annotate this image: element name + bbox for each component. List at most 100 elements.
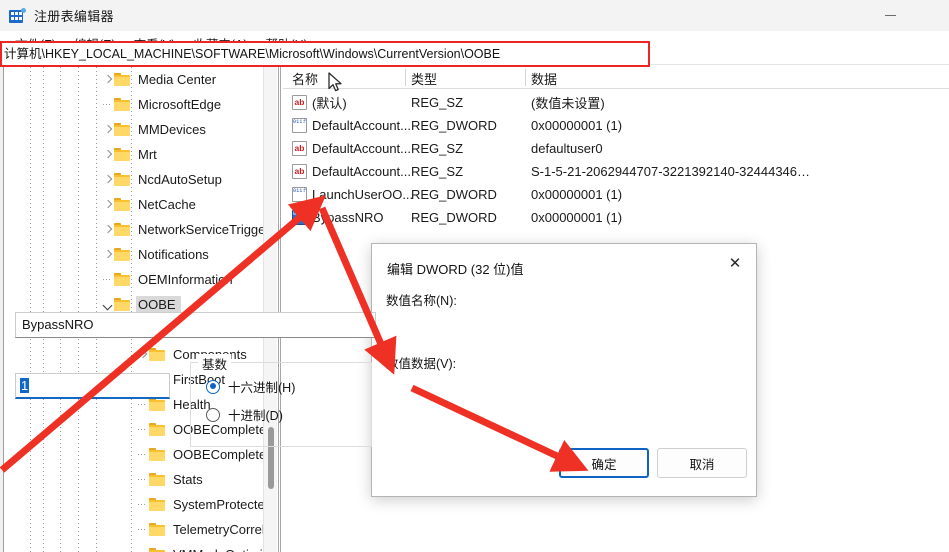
tree-item-label-box: NcdAutoSetup — [136, 171, 227, 189]
dialog-title: 编辑 DWORD (32 位)值 — [387, 262, 524, 277]
column-header-type[interactable]: 类型 — [411, 69, 437, 88]
tree-item-label: SystemProtected — [173, 496, 263, 512]
tree-item-label: VMModeOptimizat — [173, 547, 263, 552]
tree-connector — [136, 448, 149, 461]
tree-item-label: OOBE — [138, 296, 176, 312]
tree-item-label: NetCache — [138, 196, 196, 212]
chevron-right-icon[interactable] — [101, 198, 114, 211]
value-data-cell: 0x00000001 (1) — [531, 187, 623, 202]
cancel-button[interactable]: 取消 — [657, 448, 747, 478]
radix-legend: 基数 — [198, 354, 232, 373]
chevron-right-icon[interactable] — [136, 348, 149, 361]
chevron-right-icon[interactable] — [101, 173, 114, 186]
column-divider[interactable] — [525, 69, 526, 86]
radio-icon-hexadecimal[interactable] — [206, 379, 220, 394]
value-data-cell: 0x00000001 (1) — [531, 118, 623, 133]
tree-item-label-box: TelemetryCorrelatio — [171, 521, 263, 539]
list-item[interactable]: DefaultAccount...REG_DWORD0x00000001 (1) — [283, 114, 949, 137]
left-rail — [0, 67, 4, 552]
ok-button[interactable]: 确定 — [559, 448, 649, 478]
pane-splitter[interactable] — [278, 67, 281, 552]
address-bar[interactable]: 计算机\HKEY_LOCAL_MACHINE\SOFTWARE\Microsof… — [0, 41, 650, 67]
value-data-input[interactable]: 1 — [15, 373, 170, 399]
tree-item-label: Media Center — [138, 71, 217, 87]
value-name-input-text: BypassNRO — [22, 317, 94, 332]
tree-item-stats[interactable]: Stats — [5, 467, 263, 492]
radix-option-decimal-label: 十进制(D) — [228, 409, 283, 423]
chevron-right-icon[interactable] — [101, 248, 114, 261]
list-item[interactable]: BypassNROREG_DWORD0x00000001 (1) — [283, 206, 949, 229]
chevron-right-icon[interactable] — [101, 223, 114, 236]
tree-item-microsoftedge[interactable]: MicrosoftEdge — [5, 92, 263, 117]
tree-item-networkservicetrigge[interactable]: NetworkServiceTrigge — [5, 217, 263, 242]
list-item[interactable]: LaunchUserOO...REG_DWORD0x00000001 (1) — [283, 183, 949, 206]
dword-value-icon — [292, 210, 307, 225]
value-data-input-text: 1 — [20, 378, 30, 393]
column-header-name[interactable]: 名称 — [292, 69, 318, 88]
value-data-cell: (数值未设置) — [531, 96, 605, 111]
folder-icon — [149, 447, 166, 462]
radix-option-hexadecimal-label: 十六进制(H) — [228, 381, 296, 395]
tree-connector — [136, 398, 149, 411]
tree-item-notifications[interactable]: Notifications — [5, 242, 263, 267]
radio-icon-decimal[interactable] — [206, 407, 220, 422]
chevron-down-icon[interactable] — [101, 298, 114, 311]
tree-item-label: MMDevices — [138, 121, 206, 137]
tree-item-mrt[interactable]: Mrt — [5, 142, 263, 167]
value-name-input[interactable]: BypassNRO — [15, 312, 376, 338]
dword-value-icon — [292, 118, 307, 133]
folder-icon — [114, 97, 131, 112]
tree-item-mmdevices[interactable]: MMDevices — [5, 117, 263, 142]
value-type-cell: REG_SZ — [411, 141, 464, 156]
tree-item-oeminformation[interactable]: OEMInformation — [5, 267, 263, 292]
minimize-button[interactable] — [867, 0, 913, 31]
tree-item-label-box: NetCache — [136, 196, 201, 214]
radix-option-hexadecimal[interactable]: 十六进制(H) — [206, 377, 295, 396]
radix-option-decimal[interactable]: 十进制(D) — [206, 405, 283, 424]
folder-icon — [114, 197, 131, 212]
tree-connector — [136, 548, 149, 552]
tree-item-label: NetworkServiceTrigge — [138, 221, 263, 237]
value-data-cell: 0x00000001 (1) — [531, 210, 623, 225]
column-header-data[interactable]: 数据 — [531, 69, 557, 88]
list-item[interactable]: DefaultAccount...REG_SZS-1-5-21-20629447… — [283, 160, 949, 183]
tree-item-label: TelemetryCorrelatio — [173, 521, 263, 537]
folder-icon — [114, 122, 131, 137]
chevron-right-icon[interactable] — [101, 73, 114, 86]
tree-item-ncdautosetup[interactable]: NcdAutoSetup — [5, 167, 263, 192]
tree-item-vmmodeoptimizat[interactable]: VMModeOptimizat — [5, 542, 263, 552]
tree-connector — [136, 423, 149, 436]
tree-item-telemetrycorrelatio[interactable]: TelemetryCorrelatio — [5, 517, 263, 542]
folder-icon — [114, 272, 131, 287]
value-type-cell: REG_DWORD — [411, 210, 497, 225]
tree-item-label-box: MicrosoftEdge — [136, 96, 226, 114]
list-item[interactable]: DefaultAccount...REG_SZdefaultuser0 — [283, 137, 949, 160]
registry-editor-window: 注册表编辑器 文件(F) 编辑(E) 查看(V) 收藏夹(A) 帮助(H) 计算… — [0, 0, 949, 552]
value-data-label: 数值数据(V): — [386, 357, 457, 371]
registry-tree-pane[interactable]: Media Center MicrosoftEdge MMDevices Mrt Ncd… — [5, 67, 263, 552]
title-bar: 注册表编辑器 — [0, 0, 949, 31]
folder-icon — [114, 72, 131, 87]
tree-connector — [136, 523, 149, 536]
column-divider[interactable] — [405, 69, 406, 86]
chevron-right-icon[interactable] — [101, 123, 114, 136]
value-type-cell: REG_SZ — [411, 164, 464, 179]
folder-icon — [114, 247, 131, 262]
tree-connector — [101, 273, 114, 286]
folder-icon — [114, 147, 131, 162]
folder-icon — [149, 347, 166, 362]
mouse-cursor — [328, 72, 342, 92]
string-value-icon — [292, 164, 307, 179]
tree-item-label-box: MMDevices — [136, 121, 211, 139]
tree-item-netcache[interactable]: NetCache — [5, 192, 263, 217]
close-icon[interactable]: ✕ — [720, 250, 750, 276]
tree-scrollbar[interactable] — [263, 67, 277, 552]
tree-item-systemprotected[interactable]: SystemProtected — [5, 492, 263, 517]
chevron-right-icon[interactable] — [101, 148, 114, 161]
tree-item-media-center[interactable]: Media Center — [5, 67, 263, 92]
tree-item-label-box: OOBECompleteTim — [171, 446, 263, 464]
folder-icon — [149, 547, 166, 552]
tree-item-label-box: OEMInformation — [136, 271, 238, 289]
list-item[interactable]: (默认)REG_SZ(数值未设置) — [283, 91, 949, 114]
folder-icon — [149, 422, 166, 437]
